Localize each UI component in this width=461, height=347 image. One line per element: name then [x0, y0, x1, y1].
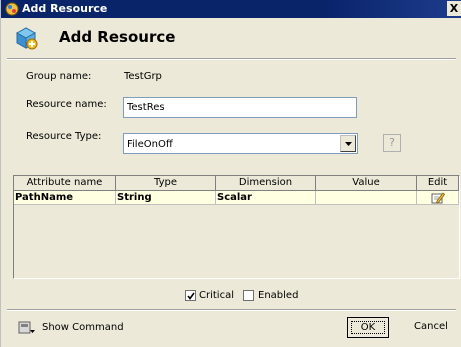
check-icon	[187, 292, 195, 300]
cell-attribute-name: PathName	[14, 191, 116, 205]
cancel-button[interactable]: Cancel	[403, 317, 459, 338]
table-row[interactable]: PathName String Scalar	[14, 191, 459, 205]
title-bar[interactable]: Add Resource X	[1, 0, 461, 18]
enabled-label[interactable]: Enabled	[258, 290, 298, 301]
resource-type-value: FileOnOff	[127, 139, 173, 150]
show-command-button[interactable]: Show Command	[18, 317, 128, 337]
resource-name-label: Resource name:	[26, 99, 107, 110]
column-header-type[interactable]: Type	[116, 176, 216, 191]
header-divider	[7, 58, 456, 60]
table-header: Attribute name Type Dimension Value Edit	[14, 176, 459, 191]
cluster-icon	[5, 2, 19, 16]
column-header-attribute-name[interactable]: Attribute name	[14, 176, 116, 191]
resource-type-label: Resource Type:	[26, 131, 102, 142]
resource-name-value: TestRes	[127, 102, 165, 113]
cell-edit[interactable]	[417, 191, 459, 205]
critical-checkbox[interactable]	[185, 290, 196, 301]
attributes-table: Attribute name Type Dimension Value Edit…	[13, 175, 460, 279]
add-resource-icon	[13, 25, 39, 51]
edit-icon[interactable]	[431, 192, 445, 204]
window-title: Add Resource	[22, 2, 108, 15]
ok-label: OK	[360, 322, 376, 333]
footer-divider	[7, 309, 456, 311]
column-header-edit[interactable]: Edit	[417, 176, 459, 191]
help-button[interactable]: ?	[383, 134, 401, 152]
cancel-label: Cancel	[414, 321, 448, 332]
dropdown-button[interactable]	[340, 135, 356, 152]
command-icon	[18, 320, 36, 336]
ok-button[interactable]: OK	[347, 317, 389, 338]
show-command-label: Show Command	[42, 322, 124, 333]
close-button[interactable]: X	[447, 1, 461, 16]
resource-name-input[interactable]: TestRes	[123, 97, 357, 118]
column-header-dimension[interactable]: Dimension	[216, 176, 316, 191]
chevron-down-icon	[345, 142, 352, 146]
cell-dimension: Scalar	[216, 191, 316, 205]
add-resource-dialog: Add Resource X Add Resource Group name: …	[0, 0, 461, 347]
resource-type-select[interactable]: FileOnOff	[123, 133, 358, 154]
group-name-label: Group name:	[26, 71, 92, 82]
header-title: Add Resource	[59, 28, 176, 46]
column-header-value[interactable]: Value	[316, 176, 417, 191]
enabled-checkbox[interactable]	[243, 290, 254, 301]
cell-value[interactable]	[316, 191, 417, 205]
group-name-value: TestGrp	[124, 71, 162, 82]
cell-type: String	[116, 191, 216, 205]
critical-label[interactable]: Critical	[199, 290, 234, 301]
dialog-header: Add Resource	[1, 18, 461, 58]
